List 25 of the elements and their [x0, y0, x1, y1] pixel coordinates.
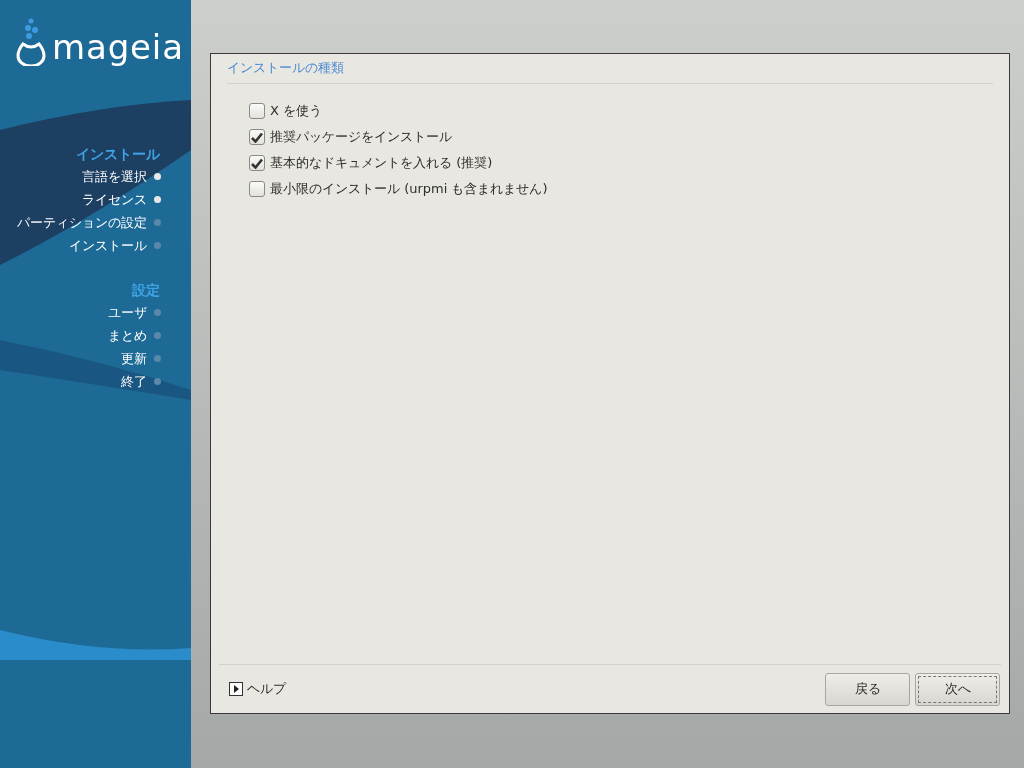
logo-text: mageia: [52, 30, 184, 64]
section-title: インストール: [76, 145, 160, 164]
checkbox[interactable]: [249, 103, 265, 119]
step-label: インストール: [69, 236, 147, 255]
option-label: 最小限のインストール (urpmi も含まれません): [270, 180, 548, 199]
step-label: ユーザ: [108, 303, 147, 322]
checkbox[interactable]: [249, 155, 265, 171]
triangle-right-icon: [229, 682, 243, 696]
section-title: 設定: [132, 281, 160, 300]
step-label: 言語を選択: [82, 167, 147, 186]
dialog-button[interactable]: 次へ: [915, 672, 1000, 706]
option-label: 基本的なドキュメントを入れる (推奨): [270, 154, 493, 173]
step-label: 終了: [121, 372, 147, 391]
checkbox[interactable]: [249, 129, 265, 145]
help-toggle[interactable]: ヘルプ: [229, 679, 286, 699]
step-label: まとめ: [108, 326, 147, 345]
option-label: X を使う: [270, 102, 323, 121]
dialog-button[interactable]: 戻る: [825, 672, 910, 706]
cauldron-icon: [16, 18, 46, 66]
step-label: パーティションの設定: [17, 213, 147, 232]
checkbox[interactable]: [249, 181, 265, 197]
step-label: ライセンス: [82, 190, 147, 209]
option-label: 推奨パッケージをインストール: [270, 128, 452, 147]
step-label: 更新: [121, 349, 147, 368]
group-title: インストールの種類: [227, 60, 344, 75]
